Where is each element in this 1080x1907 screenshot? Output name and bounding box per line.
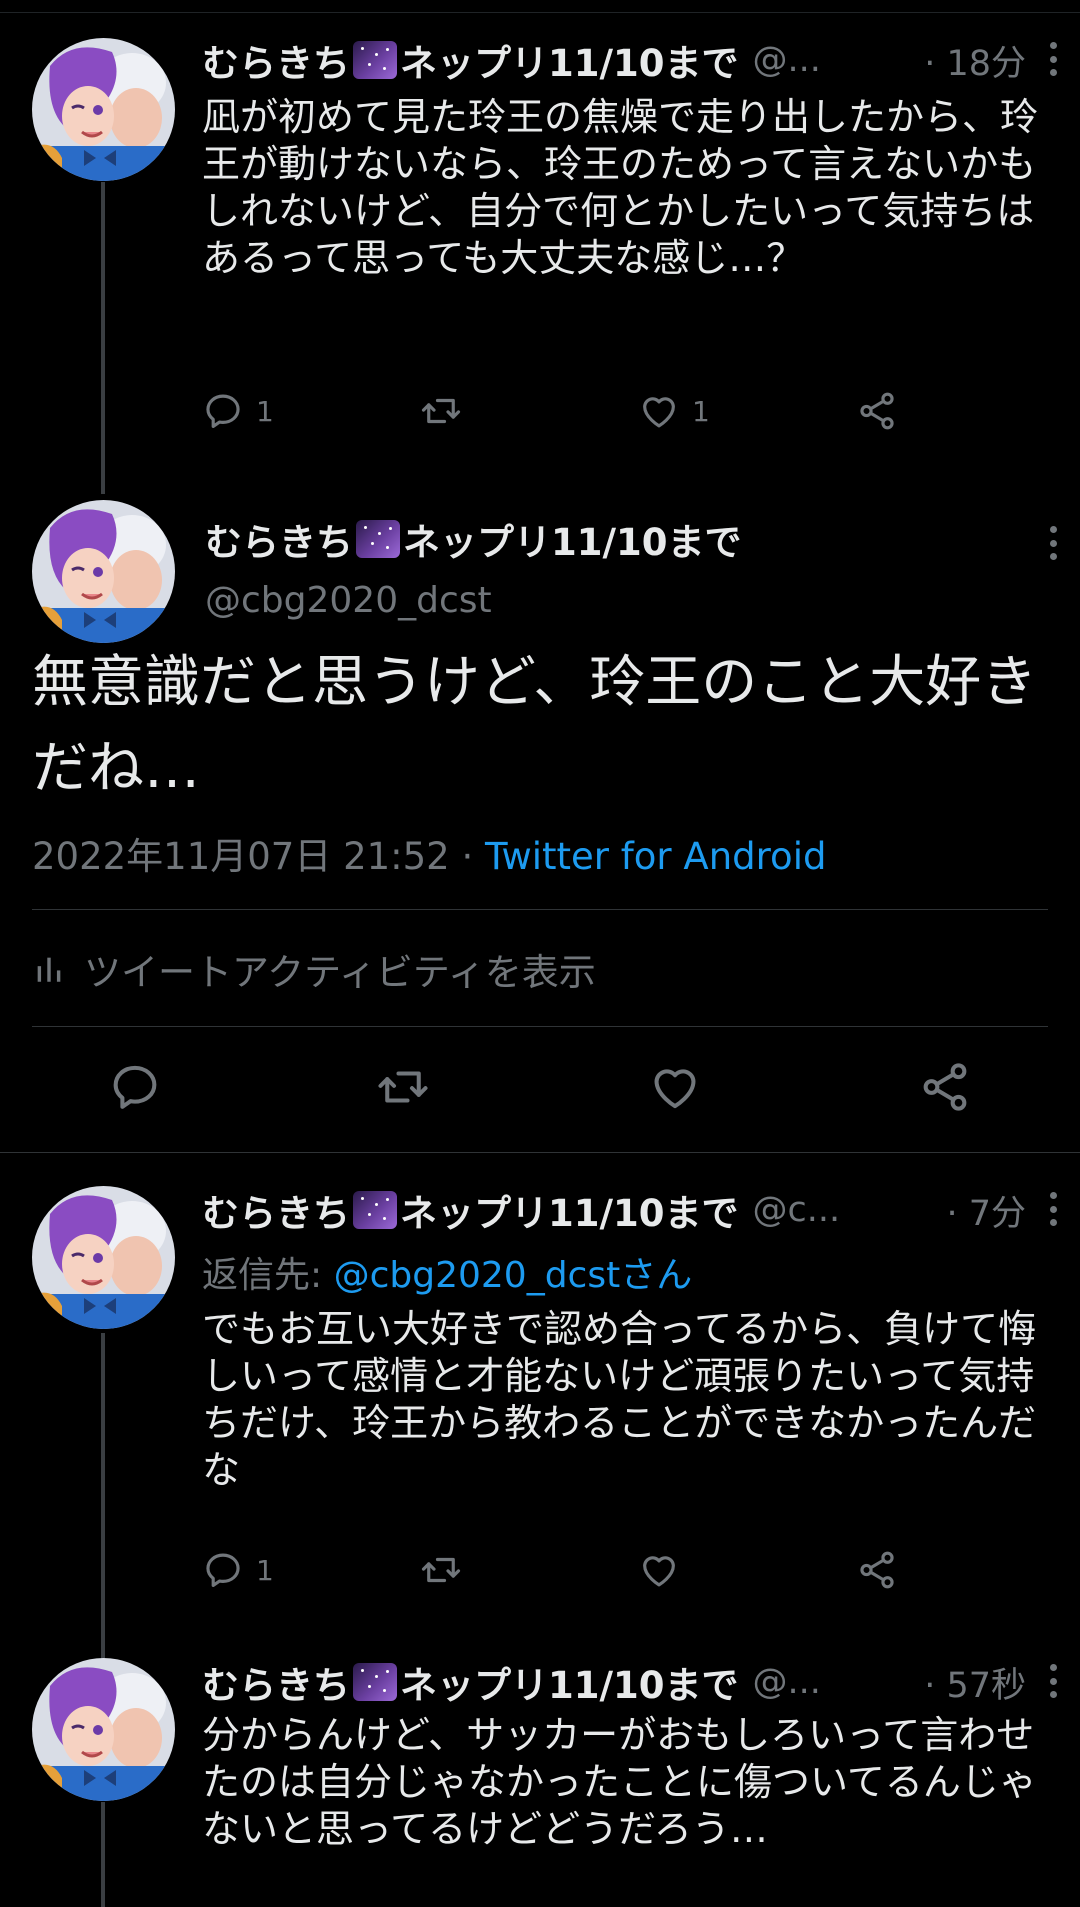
night-sky-emoji xyxy=(353,1191,397,1229)
tweet-text: でもお互い大好きで認め合ってるから、負けて悔しいって感情と才能ないけど頑張りたい… xyxy=(202,1307,1037,1492)
share-icon xyxy=(856,390,898,432)
tweet-text: 分からんけど、サッカーがおもしろいって言わせたのは自分じゃなかったことに傷ついて… xyxy=(202,1713,1037,1851)
night-sky-emoji xyxy=(353,1663,397,1701)
divider xyxy=(32,1026,1048,1027)
thread-line xyxy=(101,1333,105,1659)
reply-count: 1 xyxy=(256,1553,274,1587)
tweet-meta: 2022年11月07日 21:52 · Twitter for Android xyxy=(32,826,826,880)
like-icon xyxy=(638,390,680,432)
focused-tweet-actions xyxy=(0,1060,1080,1120)
tweet-text: 凪が初めて見た玲王の焦燥で走り出したから、玲王が動けないなら、玲王のためって言え… xyxy=(202,95,1039,280)
top-divider xyxy=(0,12,1080,13)
avatar[interactable] xyxy=(32,1658,175,1801)
tweet-text: 無意識だと思うけど、玲王のこと大好きだね… xyxy=(32,650,1038,801)
tweet-date[interactable]: 2022年11月07日 21:52 · xyxy=(32,835,485,878)
reply-button[interactable] xyxy=(108,1060,162,1114)
more-icon[interactable] xyxy=(1050,526,1058,560)
like-button[interactable] xyxy=(638,1549,680,1591)
share-icon xyxy=(856,1549,898,1591)
retweet-icon xyxy=(420,1549,462,1591)
retweet-icon xyxy=(376,1060,430,1114)
display-name[interactable]: むらきち ネップリ11/10まで xyxy=(202,1655,739,1709)
tweet-source[interactable]: Twitter for Android xyxy=(485,835,826,878)
night-sky-emoji xyxy=(356,520,400,558)
more-icon[interactable] xyxy=(1050,1192,1058,1226)
reply-button[interactable]: 1 xyxy=(202,390,274,432)
divider xyxy=(32,909,1048,910)
reply-icon xyxy=(108,1060,162,1114)
retweet-button[interactable] xyxy=(376,1060,430,1114)
avatar[interactable] xyxy=(32,1186,175,1329)
display-name[interactable]: むらきち ネップリ11/10まで xyxy=(205,512,742,566)
more-icon[interactable] xyxy=(1050,1664,1058,1698)
tweet-header: むらきち ネップリ11/10まで @... · 57秒 xyxy=(202,1652,1060,1712)
reply-button[interactable]: 1 xyxy=(202,1549,274,1591)
retweet-icon xyxy=(420,390,462,432)
tweet-actions: 1 1 xyxy=(202,390,922,440)
retweet-button[interactable] xyxy=(420,390,462,432)
tweet-actions: 1 xyxy=(202,1549,922,1599)
handle[interactable]: @... xyxy=(753,1662,821,1702)
handle[interactable]: @cbg2020_dcst xyxy=(205,580,492,621)
share-button[interactable] xyxy=(856,390,898,432)
more-icon[interactable] xyxy=(1050,42,1058,76)
thread-line xyxy=(101,1802,105,1907)
section-divider xyxy=(0,1152,1080,1153)
timestamp[interactable]: · 7分 xyxy=(926,1185,1060,1236)
display-name[interactable]: むらきち ネップリ11/10まで xyxy=(202,1183,739,1237)
tweet-header: むらきち ネップリ11/10まで @c... · 7分 xyxy=(202,1180,1060,1240)
retweet-button[interactable] xyxy=(420,1549,462,1591)
share-icon xyxy=(918,1060,972,1114)
reply-icon xyxy=(202,1549,244,1591)
handle[interactable]: @c... xyxy=(753,1190,841,1230)
reply-count: 1 xyxy=(256,394,274,428)
activity-label: ツイートアクティビティを表示 xyxy=(84,951,596,994)
like-icon xyxy=(638,1549,680,1591)
timestamp[interactable]: · 57秒 xyxy=(904,1657,1060,1708)
handle[interactable]: @... xyxy=(753,40,821,80)
activity-icon xyxy=(37,957,61,982)
reply-context: 返信先: @cbg2020_dcstさん xyxy=(202,1255,693,1296)
tweet-header: むらきち ネップリ11/10まで @... · 18分 xyxy=(202,30,1060,90)
display-name[interactable]: むらきち ネップリ11/10まで xyxy=(202,33,739,87)
avatar[interactable] xyxy=(32,38,175,181)
tweet-activity-link[interactable]: ツイートアクティビティを表示 xyxy=(32,942,596,996)
like-icon xyxy=(648,1060,702,1114)
like-count: 1 xyxy=(692,394,710,428)
like-button[interactable] xyxy=(648,1060,702,1114)
share-button[interactable] xyxy=(918,1060,972,1114)
thread-line xyxy=(101,182,105,494)
reply-icon xyxy=(202,390,244,432)
night-sky-emoji xyxy=(353,41,397,79)
timestamp[interactable]: · 18分 xyxy=(904,35,1060,86)
like-button[interactable]: 1 xyxy=(638,390,710,432)
reply-to-link[interactable]: @cbg2020_dcstさん xyxy=(334,1255,693,1296)
share-button[interactable] xyxy=(856,1549,898,1591)
avatar[interactable] xyxy=(32,500,175,643)
